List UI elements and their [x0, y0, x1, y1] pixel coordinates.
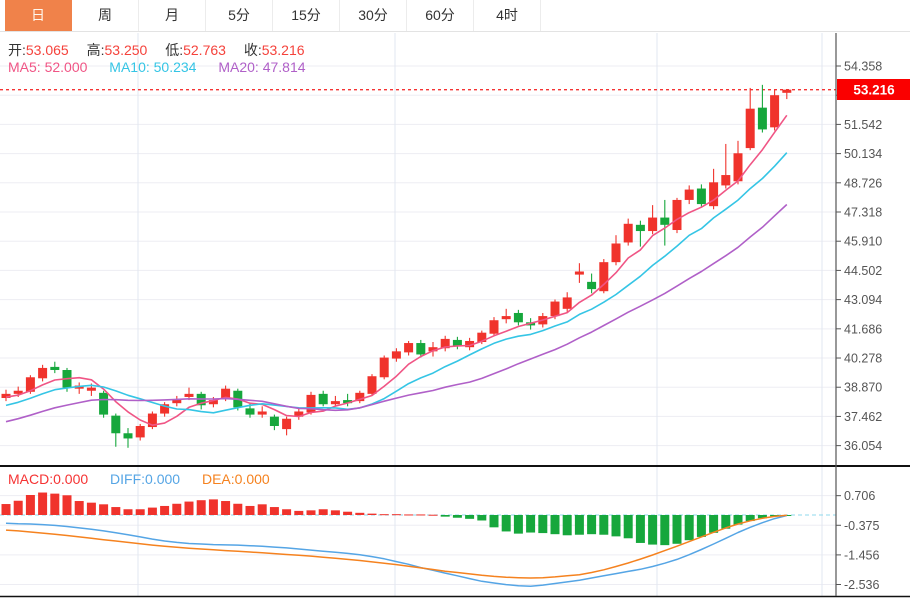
open-value: 53.065: [25, 42, 69, 58]
price-axis: 54.35852.95051.54250.13448.72647.31845.9…: [835, 33, 882, 596]
high-value: 53.250: [104, 42, 148, 58]
open-label: 开:: [8, 42, 26, 58]
svg-text:-0.375: -0.375: [844, 519, 879, 533]
high-label: 高:: [86, 42, 105, 58]
svg-text:-2.536: -2.536: [844, 578, 879, 592]
ma10-legend: MA10: 50.234: [109, 59, 197, 75]
macd-histogram: [1, 492, 792, 546]
svg-text:36.054: 36.054: [844, 439, 882, 453]
close-value: 53.216: [261, 42, 305, 58]
svg-text:53.216: 53.216: [853, 83, 895, 98]
candles-layer: [1, 84, 792, 448]
ma20-line: [5, 203, 788, 423]
close-label: 收:: [243, 42, 262, 58]
svg-text:43.094: 43.094: [844, 293, 882, 307]
svg-text:38.870: 38.870: [844, 381, 882, 395]
svg-text:50.134: 50.134: [844, 147, 882, 161]
svg-text:54.358: 54.358: [844, 60, 882, 74]
tab-4时[interactable]: 4时: [474, 0, 541, 31]
tab-30分[interactable]: 30分: [340, 0, 407, 31]
ohlc-legend: 开:53.065 高:53.250 低:52.763 收:53.216: [8, 40, 319, 60]
tab-15分[interactable]: 15分: [273, 0, 340, 31]
ma10-line: [5, 152, 788, 414]
diff-line: [5, 514, 787, 587]
svg-text:37.462: 37.462: [844, 410, 882, 424]
ma5-legend: MA5: 52.000: [8, 59, 88, 75]
chart-canvas[interactable]: 54.35852.95051.54250.13448.72647.31845.9…: [0, 0, 910, 598]
tab-日[interactable]: 日: [5, 0, 72, 31]
svg-text:45.910: 45.910: [844, 235, 882, 249]
ma20-legend: MA20: 47.814: [218, 59, 306, 75]
macd-value-legend: MACD:0.000: [8, 471, 89, 487]
tab-5分[interactable]: 5分: [206, 0, 273, 31]
svg-text:-1.456: -1.456: [844, 548, 879, 562]
kline-app: 日周月5分15分30分60分4时 54.35852.95051.54250.13…: [0, 0, 910, 598]
svg-text:51.542: 51.542: [844, 118, 882, 132]
tab-60分[interactable]: 60分: [407, 0, 474, 31]
interval-tab-bar: 日周月 5分 15分 30分 60分 4时: [0, 0, 910, 32]
svg-text:48.726: 48.726: [844, 176, 882, 190]
dea-line: [5, 514, 787, 579]
low-value: 52.763: [183, 42, 226, 58]
diff-value-legend: DIFF:0.000: [110, 471, 181, 487]
current-price-badge: 53.216: [837, 79, 910, 100]
macd-legend: MACD:0.000 DIFF:0.000 DEA:0.000: [8, 471, 288, 487]
tab-月[interactable]: 月: [139, 0, 206, 31]
tab-周[interactable]: 周: [72, 0, 139, 31]
ma-legend: MA5: 52.000 MA10: 50.234 MA20: 47.814: [8, 59, 324, 75]
svg-text:44.502: 44.502: [844, 264, 882, 278]
dea-value-legend: DEA:0.000: [201, 471, 270, 487]
svg-text:41.686: 41.686: [844, 322, 882, 336]
low-label: 低:: [165, 42, 184, 58]
svg-text:0.706: 0.706: [844, 489, 875, 503]
svg-text:40.278: 40.278: [844, 352, 882, 366]
svg-text:47.318: 47.318: [844, 206, 882, 220]
